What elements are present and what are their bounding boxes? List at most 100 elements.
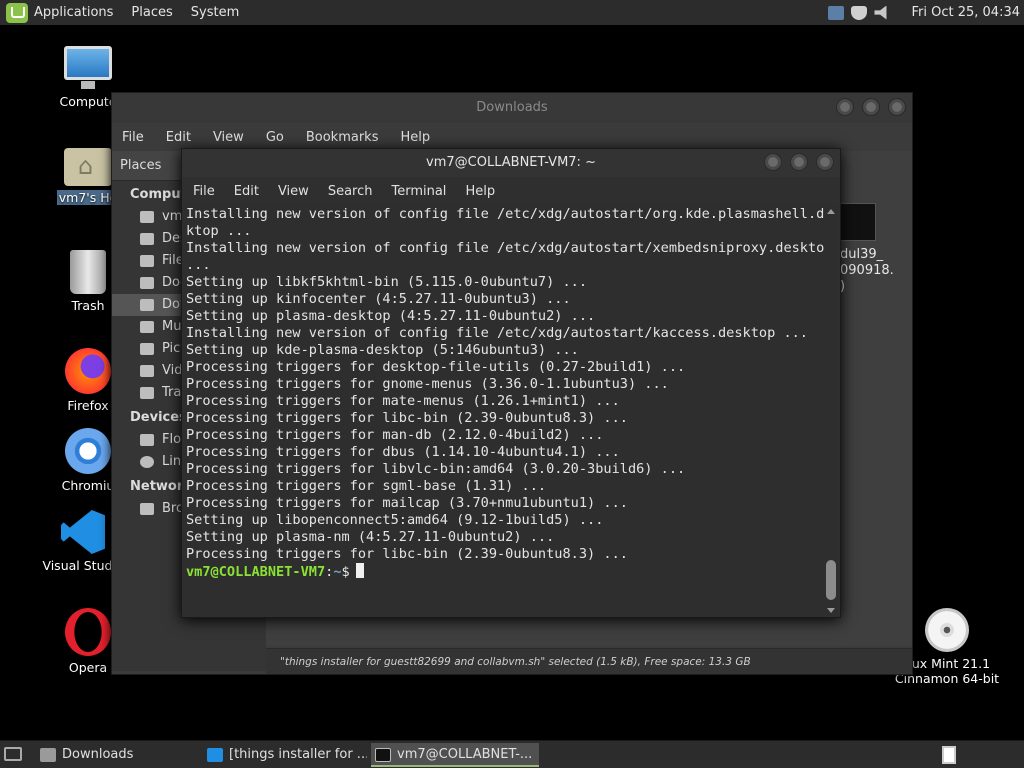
menu-view[interactable]: View	[278, 184, 309, 199]
menu-search[interactable]: Search	[328, 184, 373, 199]
terminal-line: Setting up kinfocenter (4:5.27.11-0ubunt…	[186, 291, 571, 307]
file-manager-menubar: File Edit View Go Bookmarks Help	[112, 123, 912, 151]
window-title: vm7@COLLABNET-VM7: ~	[426, 155, 596, 170]
workspace-switcher-icon[interactable]	[942, 746, 956, 764]
terminal-line: Installing new version of config file /e…	[186, 206, 826, 222]
terminal-line: Processing triggers for mate-menus (1.26…	[186, 393, 620, 409]
file-manager-titlebar[interactable]: Downloads	[112, 93, 912, 123]
volume-icon[interactable]	[874, 5, 887, 20]
terminal-line: Setting up kde-plasma-desktop (5:146ubun…	[186, 342, 579, 358]
text-cursor	[355, 563, 364, 578]
download-folder-icon	[140, 299, 154, 311]
places-menu[interactable]: Places	[131, 5, 172, 20]
vscode-icon	[61, 510, 105, 554]
window-controls	[828, 98, 906, 116]
scroll-down-icon[interactable]	[827, 608, 835, 613]
home-folder-icon	[64, 148, 112, 186]
prompt-symbol: $	[341, 564, 350, 580]
terminal-line: Processing triggers for mailcap (3.70+nm…	[186, 495, 628, 511]
bottom-panel: Downloads [things installer for ... vm7@…	[0, 740, 1024, 768]
maximize-button[interactable]	[790, 153, 808, 171]
terminal-window[interactable]: vm7@COLLABNET-VM7: ~ File Edit View Sear…	[181, 148, 841, 618]
menu-terminal[interactable]: Terminal	[391, 184, 446, 199]
menu-view[interactable]: View	[213, 130, 244, 145]
computer-icon	[64, 46, 112, 89]
window-controls	[756, 153, 834, 171]
menu-help[interactable]: Help	[465, 184, 495, 199]
menu-edit[interactable]: Edit	[234, 184, 259, 199]
menu-file[interactable]: File	[122, 130, 144, 145]
vscode-icon	[207, 748, 223, 762]
network-icon	[140, 503, 154, 515]
terminal-line: Processing triggers for libc-bin (2.39-0…	[186, 546, 628, 562]
applications-menu[interactable]: Applications	[34, 5, 113, 20]
taskbar-item-downloads[interactable]: Downloads	[36, 743, 196, 767]
terminal-line: Installing new version of config file /e…	[186, 325, 808, 341]
taskbar-item-terminal[interactable]: vm7@COLLABNET-...	[371, 743, 539, 767]
terminal-titlebar[interactable]: vm7@COLLABNET-VM7: ~	[182, 149, 840, 177]
taskbar-item-vscode[interactable]: [things installer for ...	[203, 743, 367, 767]
terminal-line: Processing triggers for sgml-base (1.31)…	[186, 478, 547, 494]
menu-file[interactable]: File	[193, 184, 215, 199]
close-button[interactable]	[816, 153, 834, 171]
system-tray: Fri Oct 25, 04:34	[828, 0, 1024, 25]
menu-go[interactable]: Go	[266, 130, 284, 145]
minimize-button[interactable]	[836, 98, 854, 116]
desktop[interactable]: Applications Places System Fri Oct 25, 0…	[0, 0, 1024, 768]
terminal-line: Processing triggers for man-db (2.12.0-4…	[186, 427, 604, 443]
floppy-icon	[140, 434, 154, 446]
file-label[interactable]: dul39_ 090918. )	[840, 247, 912, 295]
drive-icon	[140, 255, 154, 267]
chromium-icon	[65, 428, 111, 474]
file-icon[interactable]	[840, 203, 876, 241]
music-folder-icon	[140, 321, 154, 333]
terminal-line: Processing triggers for dbus (1.14.10-4u…	[186, 444, 620, 460]
terminal-menubar: File Edit View Search Terminal Help	[182, 177, 840, 205]
terminal-line: ...	[186, 257, 211, 273]
terminal-line: Processing triggers for gnome-menus (3.3…	[186, 376, 669, 392]
terminal-line: Setting up libkf5khtml-bin (5.115.0-0ubu…	[186, 274, 588, 290]
clock[interactable]: Fri Oct 25, 04:34	[911, 5, 1020, 20]
mint-menu-icon[interactable]	[6, 2, 28, 23]
videos-folder-icon	[140, 365, 154, 377]
cd-icon	[925, 608, 969, 652]
scrollbar-thumb[interactable]	[826, 560, 836, 600]
terminal-line: ktop ...	[186, 223, 252, 239]
menu-help[interactable]: Help	[400, 130, 430, 145]
cd-icon	[140, 456, 154, 468]
trash-icon	[140, 387, 154, 399]
network-icon[interactable]	[828, 5, 845, 20]
folder-icon	[40, 748, 56, 762]
desktop-icon-label: vm7's Ho	[56, 190, 120, 205]
opera-icon	[65, 608, 111, 656]
close-button[interactable]	[888, 98, 906, 116]
terminal-line: Setting up plasma-desktop (4:5.27.11-0ub…	[186, 308, 596, 324]
terminal-line: Processing triggers for libc-bin (2.39-0…	[186, 410, 628, 426]
terminal-line: Processing triggers for desktop-file-uti…	[186, 359, 686, 375]
firefox-icon	[65, 348, 111, 394]
pictures-folder-icon	[140, 343, 154, 355]
terminal-output[interactable]: Installing new version of config file /e…	[182, 205, 826, 617]
status-bar: "things installer for guestt82699 and co…	[266, 648, 912, 674]
window-title: Downloads	[476, 100, 548, 115]
folder-icon	[140, 277, 154, 289]
minimize-button[interactable]	[764, 153, 782, 171]
maximize-button[interactable]	[862, 98, 880, 116]
home-icon	[140, 211, 154, 223]
show-desktop-icon[interactable]	[4, 747, 22, 761]
terminal-line: Processing triggers for libvlc-bin:amd64…	[186, 461, 686, 477]
trash-icon	[70, 250, 106, 294]
prompt-path: ~	[333, 564, 342, 580]
top-panel: Applications Places System Fri Oct 25, 0…	[0, 0, 1024, 25]
terminal-prompt[interactable]: vm7@COLLABNET-VM7:~$	[186, 563, 826, 581]
terminal-line: Installing new version of config file /e…	[186, 240, 826, 256]
menu-bookmarks[interactable]: Bookmarks	[306, 130, 379, 145]
desktop-icon	[140, 233, 154, 245]
scroll-up-icon[interactable]	[827, 209, 835, 214]
system-menu[interactable]: System	[191, 5, 239, 20]
terminal-line: Setting up plasma-nm (4:5.27.11-0ubuntu2…	[186, 529, 555, 545]
shield-icon[interactable]	[851, 5, 868, 20]
prompt-user: vm7@COLLABNET-VM7	[186, 564, 326, 580]
menu-edit[interactable]: Edit	[166, 130, 191, 145]
terminal-scrollbar[interactable]	[824, 205, 838, 617]
